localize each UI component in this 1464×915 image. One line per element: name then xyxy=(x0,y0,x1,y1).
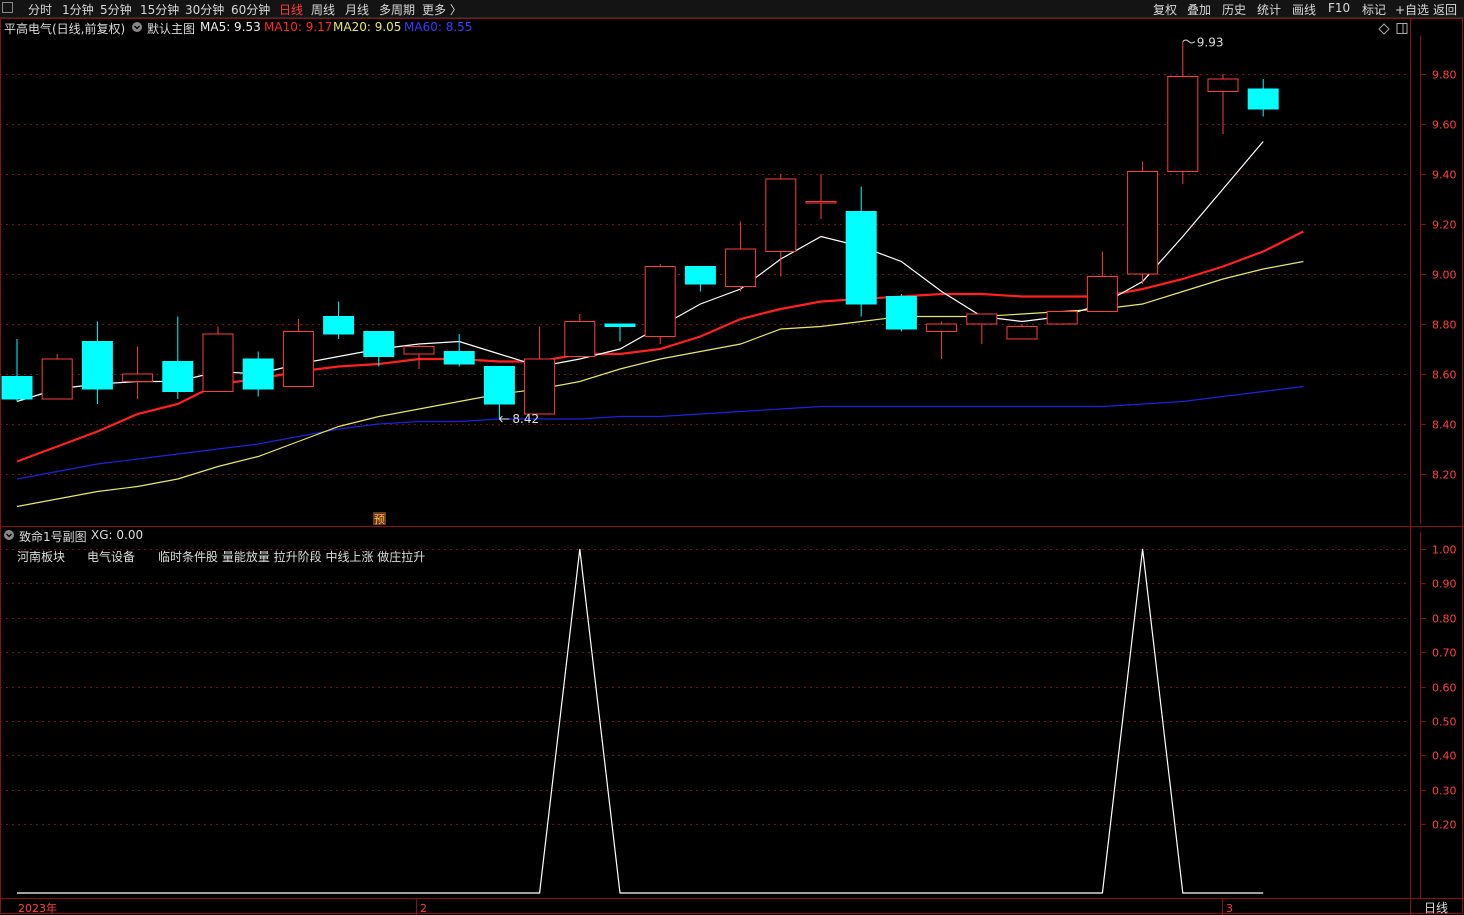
ma-line-ma60 xyxy=(16,385,1304,480)
x-label-mar: 3 xyxy=(1226,902,1233,915)
xg-indicator-line xyxy=(17,548,1264,894)
candle-body xyxy=(81,341,113,390)
candle-body xyxy=(122,373,154,382)
low-marker xyxy=(499,415,510,423)
candle-body xyxy=(1046,311,1078,325)
y-tick-label: 9.60 xyxy=(1432,119,1457,132)
high-marker xyxy=(1182,39,1196,44)
y-tick-label: 0.50 xyxy=(1432,716,1457,729)
candle-body xyxy=(202,333,234,392)
y-tick-label: 0.90 xyxy=(1432,578,1457,591)
y-tick-label: 0.40 xyxy=(1432,750,1457,763)
candle-body xyxy=(1,376,33,400)
sub-grid xyxy=(0,549,1410,825)
y-tick-label: 9.40 xyxy=(1432,169,1457,182)
sub-value-axis: 0.20 0.30 0.40 0.50 0.60 0.70 0.80 0.90 1.00 xyxy=(1420,544,1457,832)
candle-body xyxy=(403,346,435,355)
candle-body xyxy=(282,331,314,387)
tag-industry: 电气设备 xyxy=(87,550,136,564)
y-tick-label: 8.60 xyxy=(1432,369,1457,382)
candle-body xyxy=(885,296,917,330)
tag-region: 河南板块 xyxy=(17,550,66,564)
candle-body xyxy=(765,178,797,252)
candle-body xyxy=(926,323,958,332)
candles xyxy=(1,41,1279,419)
y-tick-label: 9.80 xyxy=(1432,69,1457,82)
high-label: 9.93 xyxy=(1197,36,1224,50)
stock-title: 平高电气(日线,前复权) xyxy=(4,22,126,36)
y-tick-label: 9.00 xyxy=(1432,269,1457,282)
x-label-feb: 2 xyxy=(420,902,427,915)
candle-body xyxy=(1127,171,1159,275)
x-label-2023: 2023年 xyxy=(18,901,57,915)
y-tick-label: 8.40 xyxy=(1432,419,1457,432)
y-tick-label: 0.60 xyxy=(1432,682,1457,695)
candle-body xyxy=(242,358,274,390)
candle-body xyxy=(443,351,475,365)
y-tick-label: 9.20 xyxy=(1432,219,1457,232)
panel-toggle-icon[interactable] xyxy=(1396,23,1408,34)
y-tick-label: 1.00 xyxy=(1432,544,1457,557)
candle-body xyxy=(644,266,676,337)
ma5-legend: MA5: 9.53 xyxy=(200,20,261,34)
y-tick-label: 8.20 xyxy=(1432,469,1457,482)
candle-body xyxy=(684,266,716,285)
y-tick-label: 8.80 xyxy=(1432,319,1457,332)
ma60-legend: MA60: 8.55 xyxy=(404,20,473,34)
y-tick-label: 0.80 xyxy=(1432,613,1457,626)
y-tick-label: 0.70 xyxy=(1432,647,1457,660)
candle-body xyxy=(1167,76,1199,172)
candle-body xyxy=(845,211,877,305)
ma20-legend: MA20: 9.05 xyxy=(333,20,402,34)
xg-value: XG: 0.00 xyxy=(91,528,144,542)
candle-body xyxy=(524,358,556,415)
candle-body xyxy=(41,358,73,400)
sub-indicator-title[interactable]: 致命1号副图 xyxy=(19,528,87,545)
y-tick-label: 0.20 xyxy=(1432,819,1457,832)
candle-body xyxy=(564,321,596,357)
period-tag: 日线 xyxy=(1424,901,1448,915)
candle-body xyxy=(1086,276,1118,312)
pre-marker-label: 预 xyxy=(374,513,385,526)
candle-body xyxy=(483,366,515,405)
candle-body xyxy=(725,248,757,287)
main-price-axis: 8.20 8.40 8.60 8.80 9.00 9.20 9.40 9.60 9.80 xyxy=(1420,69,1457,482)
candle-body xyxy=(966,313,998,325)
sub-toggle-icon[interactable] xyxy=(4,530,14,540)
candle-body xyxy=(805,201,837,204)
kline-chart[interactable]: 8.20 8.40 8.60 8.80 9.00 9.20 9.40 9.60 9.80 0.2… xyxy=(0,0,1464,915)
y-tick-label: 0.30 xyxy=(1432,785,1457,798)
xg-series xyxy=(17,548,1264,894)
ma10-legend: MA10: 9.17 xyxy=(264,20,333,34)
template-toggle-icon[interactable] xyxy=(132,22,142,32)
candle-body xyxy=(162,361,194,392)
candle-body xyxy=(1006,326,1038,340)
tag-concepts: 临时条件股 量能放量 拉升阶段 中线上涨 做庄拉升 xyxy=(158,550,426,564)
candle-body xyxy=(604,323,636,327)
candle-body xyxy=(1207,78,1239,92)
low-label: 8.42 xyxy=(512,412,539,426)
template-name[interactable]: 默认主图 xyxy=(147,20,195,37)
candle-body xyxy=(363,331,395,357)
candle-body xyxy=(1247,88,1279,110)
candle-body xyxy=(323,316,355,335)
diamond-icon[interactable] xyxy=(1378,23,1390,35)
